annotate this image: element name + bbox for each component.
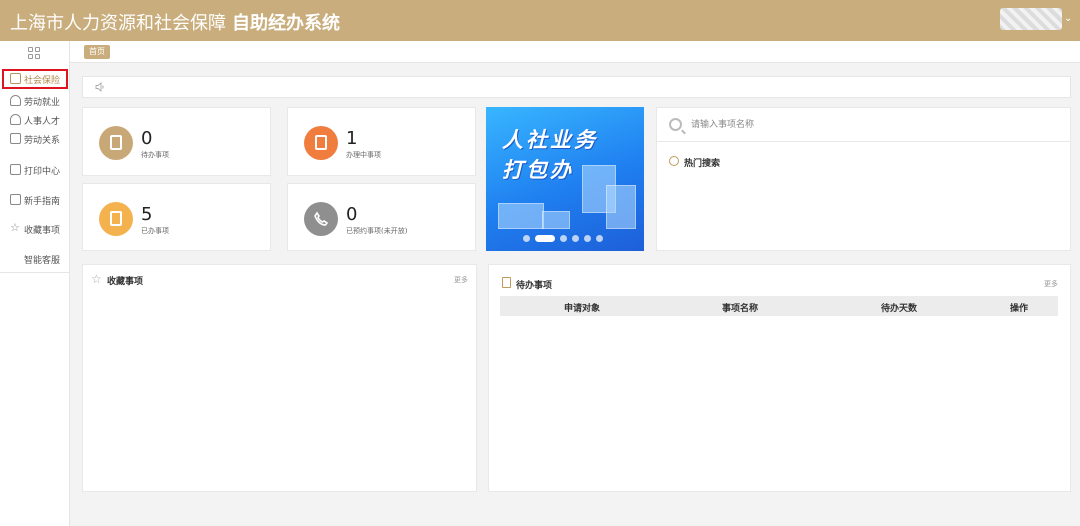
carousel-dot[interactable] [596,235,603,242]
sidebar: 社会保险 劳动就业 人事人才 劳动关系 打印中心 新手指南 ☆ 收藏事项 智能客… [0,41,70,526]
person-icon [10,95,21,106]
todo-more-link[interactable]: 更多 [1044,279,1058,289]
grid-menu-icon[interactable] [28,47,40,59]
stat-value: 5 [141,204,153,225]
stat-label: 已办事项 [141,227,169,235]
sidebar-item-label: 劳动关系 [24,136,61,146]
stat-label: 已预约事项(未开放) [346,227,408,235]
sidebar-item-label: 劳动就业 [24,98,61,108]
star-icon: ☆ [10,221,20,234]
sidebar-item-label: 收藏事项 [24,226,61,236]
sidebar-item-label: 人事人才 [24,117,61,127]
document-icon [315,135,327,150]
banner-decoration [498,203,544,229]
banner-decoration [606,185,636,229]
speaker-icon [95,82,104,92]
chat-icon [10,253,21,264]
search-icon[interactable] [669,118,682,131]
favorites-more-link[interactable]: 更多 [454,275,468,285]
search-input[interactable] [691,116,1061,134]
todo-table-header: 申请对象 事项名称 待办天数 操作 [500,296,1058,316]
announcement-bar [82,76,1071,98]
divider [657,141,1070,142]
favorites-title: 收藏事项 [107,277,144,287]
completed-circle-icon [99,202,133,236]
app-title: 上海市人力资源和社会保障 自助经办系统 [10,9,340,35]
pending-circle-icon [99,126,133,160]
banner-decoration [542,211,570,229]
stat-value: 0 [141,128,153,149]
todo-title: 待办事项 [516,281,553,291]
column-header: 待办天数 [881,304,918,314]
app-title-system: 自助经办系统 [232,13,340,34]
sidebar-item-smart-service[interactable]: 智能客服 [0,251,70,267]
printer-icon [10,164,21,175]
column-header: 申请对象 [564,304,601,314]
carousel-dot[interactable] [584,235,591,242]
clipboard-icon [502,277,511,288]
sidebar-item-favorites[interactable]: ☆ 收藏事项 [0,221,70,237]
stat-value: 0 [346,204,358,225]
guide-icon [10,194,21,205]
column-header: 事项名称 [722,304,759,314]
carousel-dot[interactable] [523,235,530,242]
sidebar-item-print-center[interactable]: 打印中心 [0,162,70,178]
stat-card-appointments[interactable]: 0 已预约事项(未开放) [287,183,476,251]
app-title-prefix: 上海市人力资源和社会保障 [10,13,226,34]
promo-banner[interactable]: 人社业务 打包办 [486,107,644,251]
hot-search-label: 热门搜索 [684,159,721,169]
stat-label: 办理中事项 [346,151,381,159]
banner-line-1: 人社业务 [502,128,598,152]
column-header: 操作 [1010,304,1029,314]
user-avatar-blurred[interactable] [1000,8,1062,30]
document-icon [110,211,122,226]
sidebar-item-label: 新手指南 [24,197,61,207]
people-icon [10,114,21,125]
stat-value: 1 [346,128,358,149]
phone-circle-icon [304,202,338,236]
sidebar-item-label: 打印中心 [24,167,61,177]
stat-card-in-progress[interactable]: 1 办理中事项 [287,107,476,176]
sidebar-item-personnel[interactable]: 人事人才 [0,112,70,128]
breadcrumb-home-tab[interactable]: 首页 [84,45,110,59]
document-icon [110,135,122,150]
favorites-panel [82,264,477,492]
sidebar-item-social-insurance[interactable]: 社会保险 [2,69,68,89]
shield-icon [10,73,21,84]
sidebar-item-label: 社会保险 [24,76,61,86]
chevron-down-icon[interactable]: ⌄ [1064,13,1072,24]
in-progress-circle-icon [304,126,338,160]
stat-card-completed[interactable]: 5 已办事项 [82,183,271,251]
flame-icon [669,156,679,166]
carousel-dot-active[interactable] [535,235,555,242]
document-icon [10,133,21,144]
banner-text: 人社业务 打包办 [502,125,598,185]
carousel-dot[interactable] [572,235,579,242]
stat-label: 待办事项 [141,151,169,159]
phone-icon [314,211,329,226]
breadcrumb: 首页 [70,41,1080,63]
carousel-dot[interactable] [560,235,567,242]
search-card: 热门搜索 [656,107,1071,251]
sidebar-item-employment[interactable]: 劳动就业 [0,93,70,109]
star-icon: ☆ [91,272,102,286]
banner-line-2: 打包办 [502,158,574,182]
sidebar-divider [0,272,70,273]
sidebar-item-guide[interactable]: 新手指南 [0,192,70,208]
sidebar-item-label: 智能客服 [24,256,61,266]
top-bar: 上海市人力资源和社会保障 自助经办系统 ⌄ [0,0,1080,41]
stat-card-pending[interactable]: 0 待办事项 [82,107,271,176]
sidebar-item-labor-relations[interactable]: 劳动关系 [0,131,70,147]
